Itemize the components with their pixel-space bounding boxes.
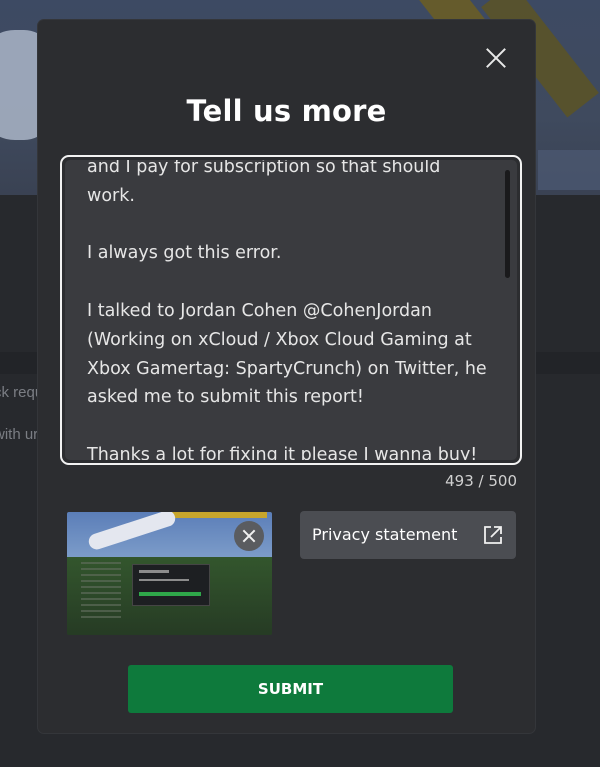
thumbnail-dialog-button [139, 592, 201, 596]
thumbnail-dialog-line [139, 570, 169, 573]
background-text: ck requ [0, 384, 44, 401]
thumbnail-dialog-line [139, 579, 189, 581]
thumbnail-dialog [132, 564, 210, 606]
dialog-title: Tell us more [186, 94, 387, 128]
feedback-text[interactable]: and I pay for subscription so that shoul… [87, 160, 487, 460]
thumbnail-sidebar [81, 562, 121, 622]
thumbnail-banner [167, 512, 267, 518]
feedback-textarea[interactable]: and I pay for subscription so that shoul… [60, 155, 522, 465]
close-icon[interactable] [482, 44, 510, 72]
textarea-scrollbar[interactable] [505, 170, 510, 278]
remove-screenshot-button[interactable] [234, 521, 264, 551]
privacy-statement-button[interactable]: Privacy statement [300, 511, 516, 559]
character-counter: 493 / 500 [445, 472, 517, 490]
feedback-textarea-inner[interactable]: and I pay for subscription so that shoul… [65, 160, 517, 460]
feedback-dialog: Tell us more and I pay for subscription … [38, 20, 535, 733]
background-panel [538, 150, 600, 190]
privacy-statement-label: Privacy statement [312, 525, 458, 544]
submit-button[interactable]: SUBMIT [128, 665, 453, 713]
background-text: with ur [0, 426, 39, 443]
external-link-icon [484, 526, 502, 544]
